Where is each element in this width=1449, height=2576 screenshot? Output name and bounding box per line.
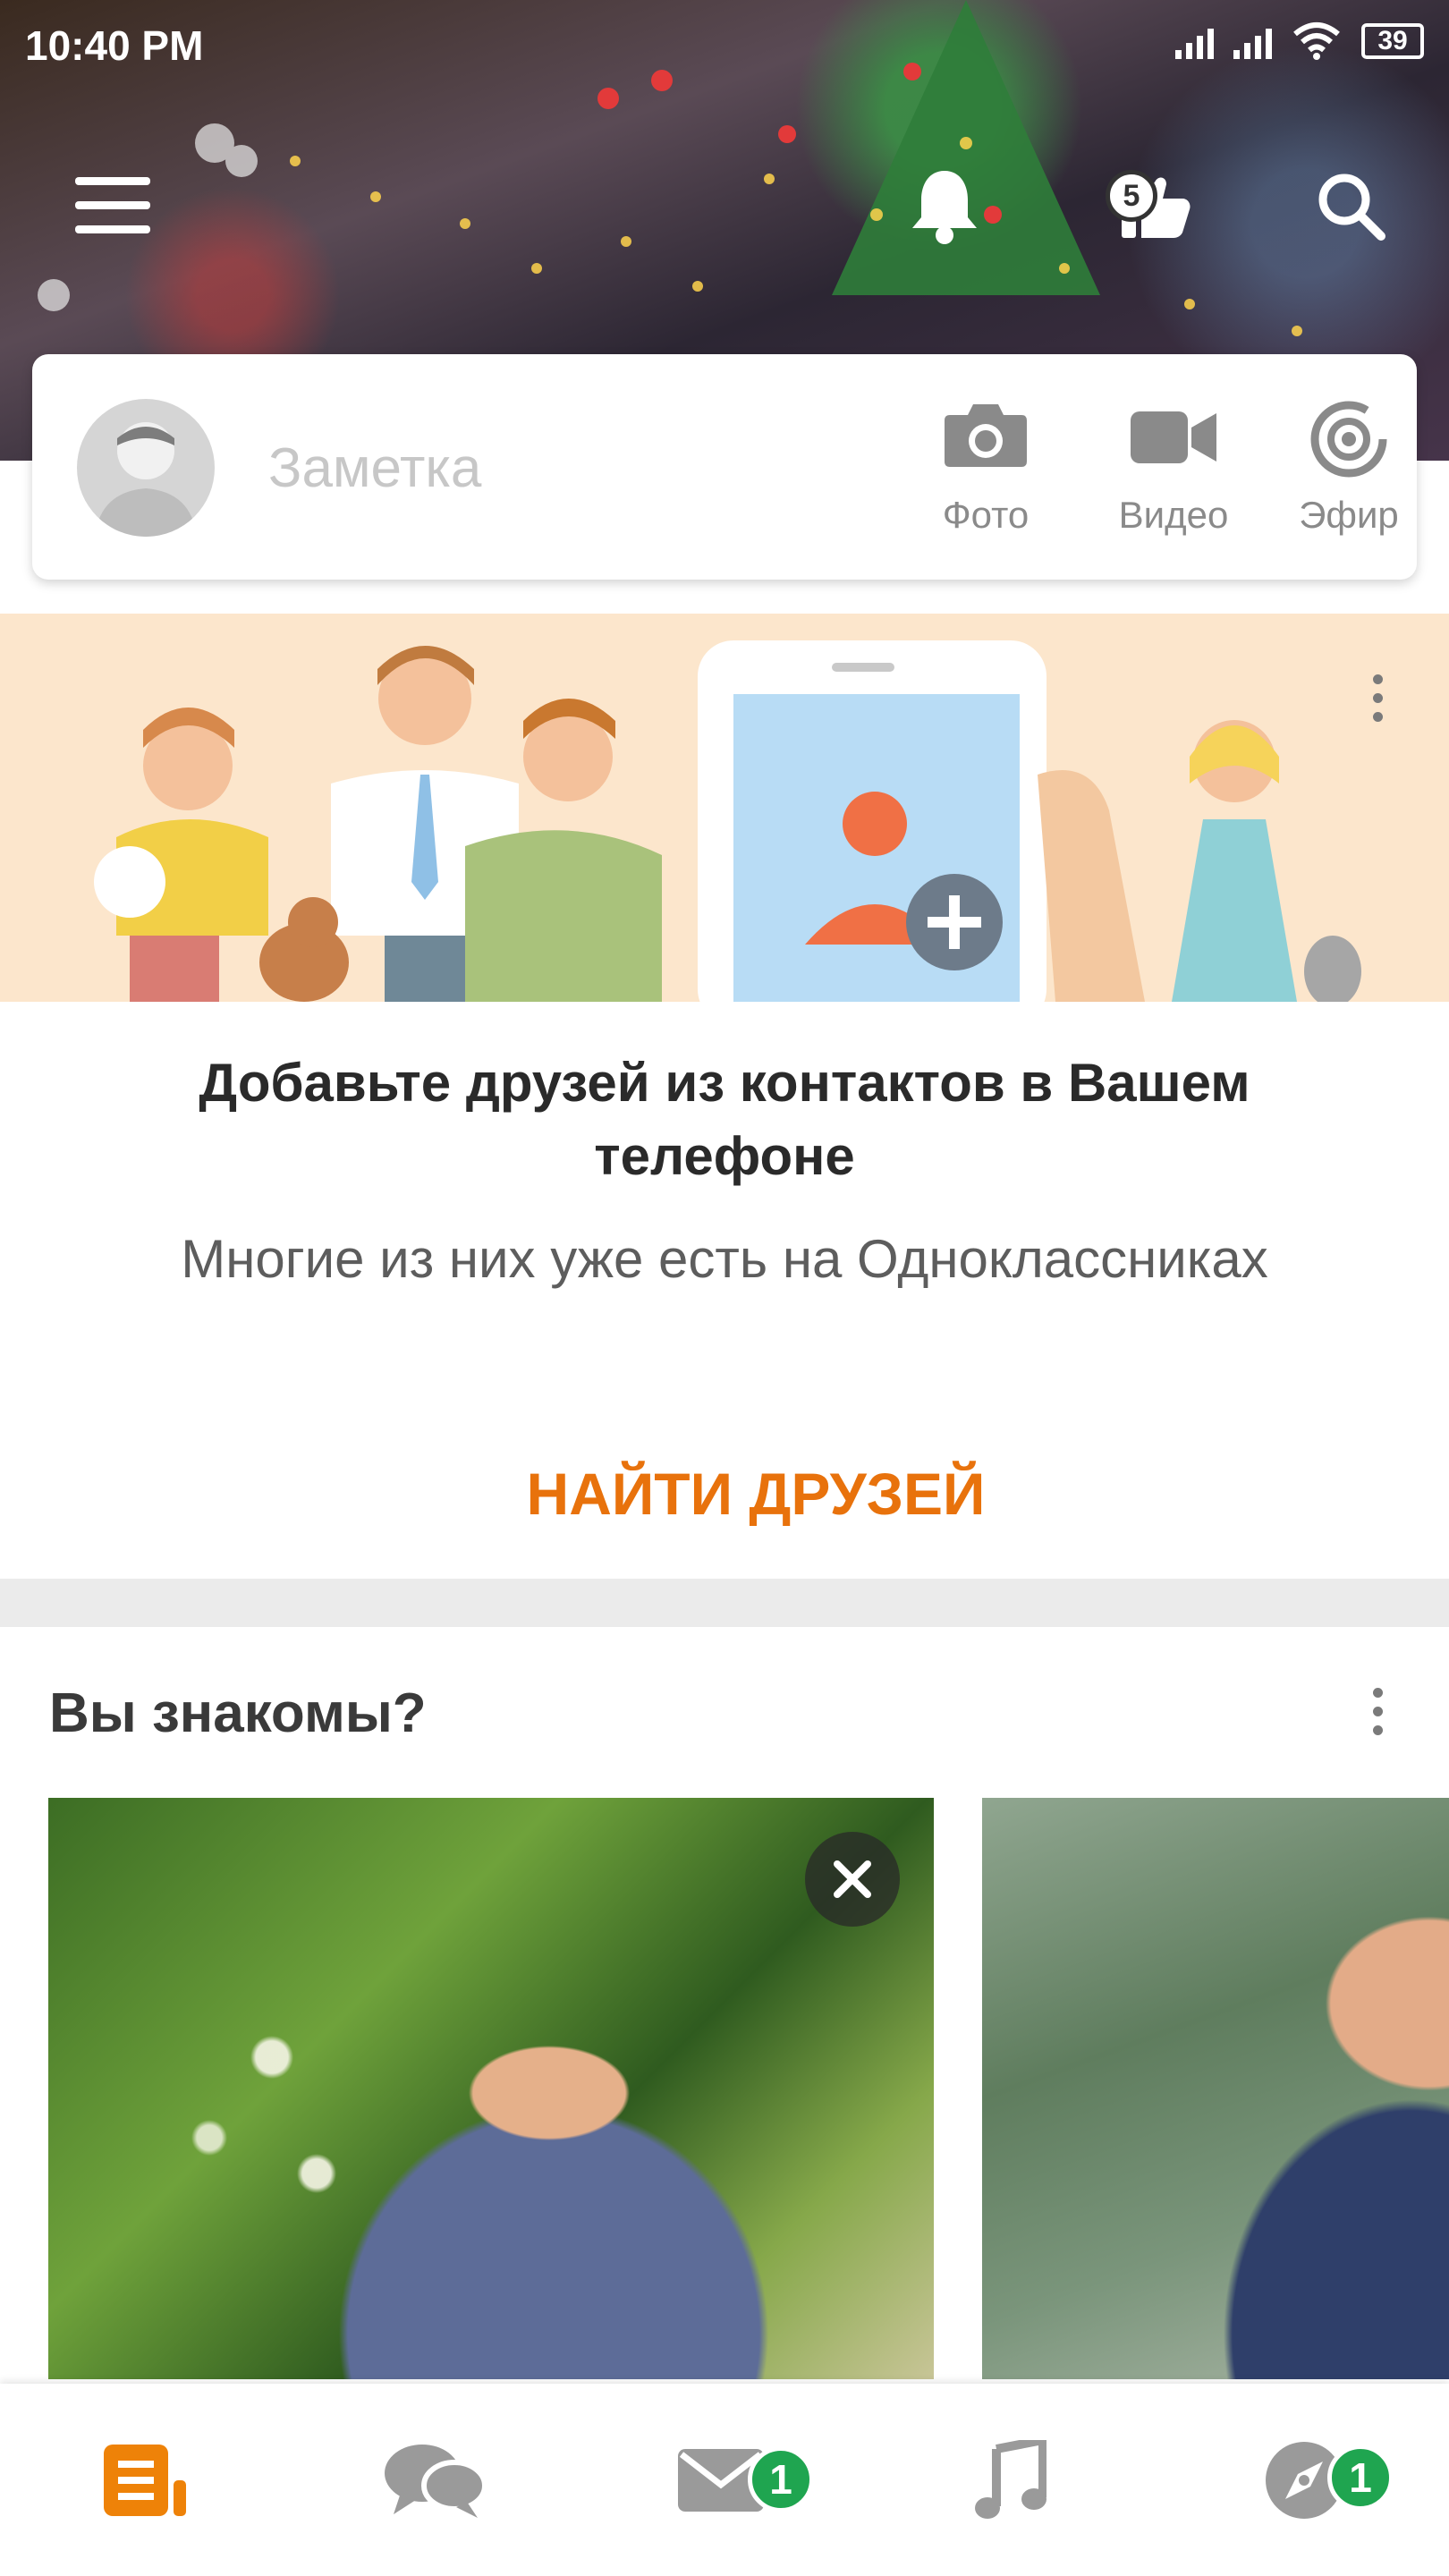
user-avatar-icon	[95, 422, 197, 537]
feed-icon	[104, 2444, 186, 2516]
explore-badge: 1	[1327, 2445, 1394, 2511]
video-button[interactable]: Видео	[1102, 399, 1245, 551]
hamburger-icon	[75, 177, 150, 233]
status-bar: 10:40 PM 39	[0, 0, 1449, 89]
notifications-button[interactable]	[891, 152, 998, 259]
video-camera-icon	[1131, 411, 1216, 463]
menu-button[interactable]	[59, 152, 166, 259]
likes-count-badge: 5	[1106, 170, 1157, 222]
suggested-person-photo[interactable]	[48, 1798, 934, 2379]
discussions-icon	[385, 2444, 485, 2518]
suggested-person-photo[interactable]	[982, 1798, 1449, 2379]
post-composer-card: Фото Видео Эфир	[32, 354, 1417, 580]
photo-button[interactable]: Фото	[914, 399, 1057, 551]
avatar[interactable]	[77, 399, 215, 537]
promo-subtitle: Многие из них уже есть на Одноклассниках	[181, 1229, 1268, 1289]
video-label: Видео	[1118, 494, 1229, 536]
promo-title: Добавьте друзей из контактов в Вашем тел…	[199, 1053, 1250, 1186]
signal-icon	[1175, 23, 1214, 59]
music-icon	[975, 2439, 1046, 2519]
suggestions-title: Вы знакомы?	[49, 1682, 427, 1744]
find-friends-button[interactable]: НАЙТИ ДРУЗЕЙ	[465, 1449, 1046, 1538]
find-friends-illustration	[0, 614, 1449, 1002]
live-label: Эфир	[1299, 494, 1399, 536]
bell-icon	[912, 171, 977, 244]
live-button[interactable]: Эфир	[1277, 399, 1420, 551]
photo-label: Фото	[942, 494, 1030, 536]
nav-discussions[interactable]	[345, 2384, 524, 2576]
section-divider	[0, 1579, 1449, 1627]
nav-feed[interactable]	[55, 2384, 234, 2576]
wifi-icon	[1293, 22, 1340, 60]
battery-indicator: 39	[1361, 23, 1424, 59]
nav-music[interactable]	[921, 2384, 1100, 2576]
dismiss-suggestion-button[interactable]	[805, 1832, 900, 1927]
live-broadcast-icon	[1310, 401, 1387, 478]
signal-icon	[1233, 23, 1272, 59]
status-icons: 39	[1175, 21, 1424, 61]
suggestions-more-options-button[interactable]	[1360, 1671, 1395, 1751]
messages-badge: 1	[748, 2446, 814, 2512]
note-input[interactable]	[267, 431, 807, 504]
close-icon	[834, 1860, 871, 1898]
status-time: 10:40 PM	[25, 22, 204, 69]
friends-illustration	[94, 640, 1361, 1002]
search-icon	[1318, 174, 1385, 241]
promo-more-options-button[interactable]	[1360, 657, 1395, 738]
bottom-navigation: 1 1	[0, 2384, 1449, 2576]
search-button[interactable]	[1297, 152, 1404, 259]
camera-icon	[945, 404, 1027, 467]
